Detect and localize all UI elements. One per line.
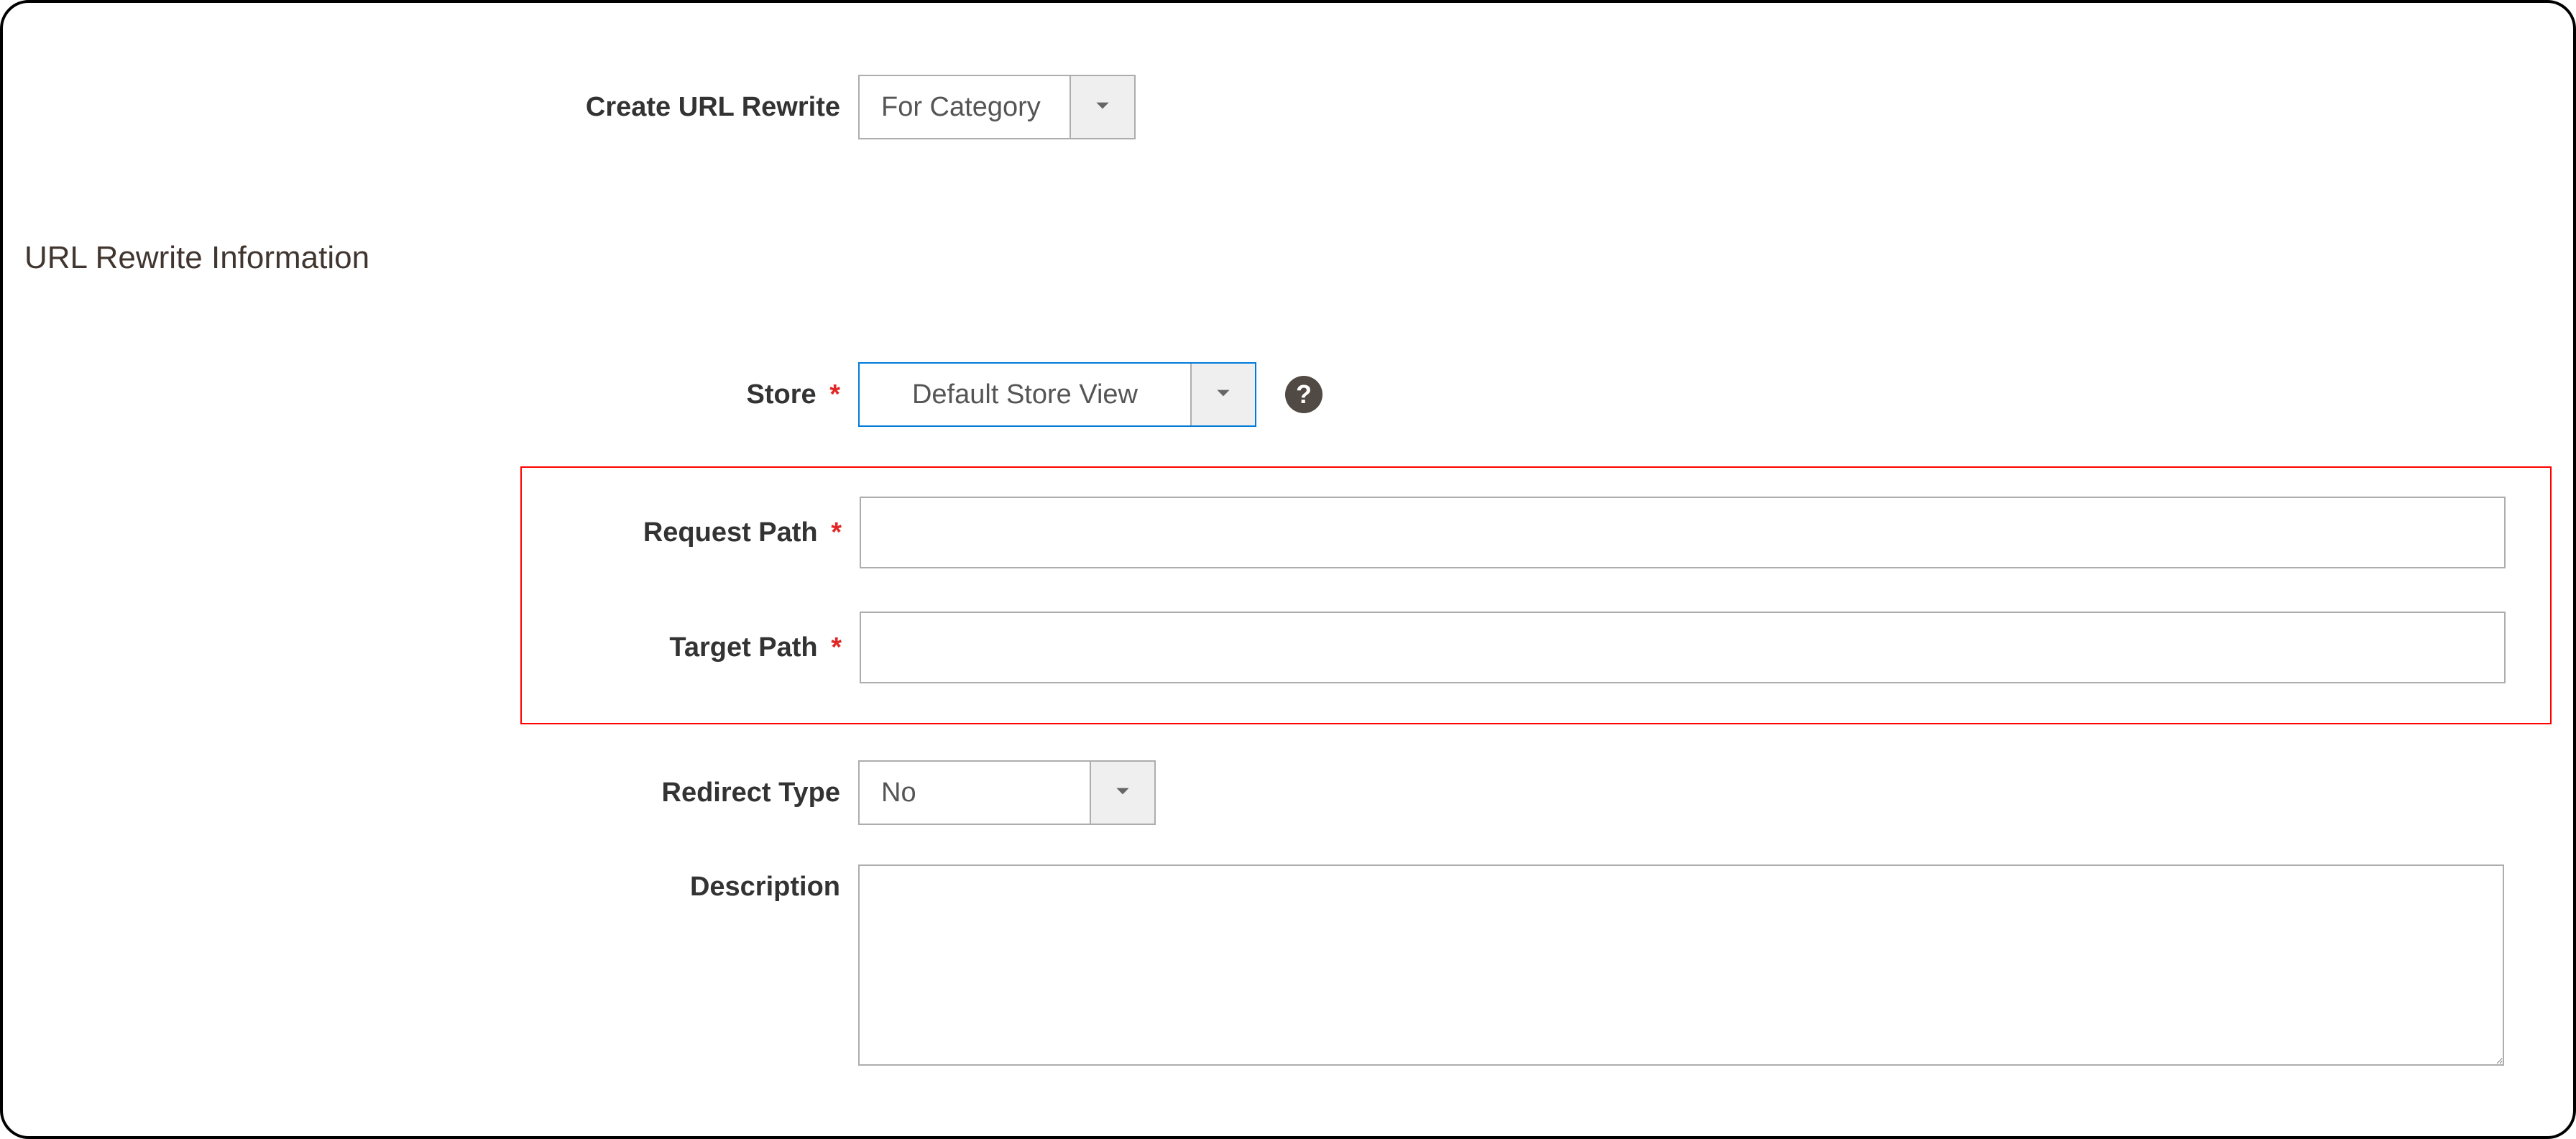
description-textarea[interactable]	[858, 864, 2504, 1066]
required-marker: *	[829, 379, 840, 410]
create-url-rewrite-value: For Category	[860, 76, 1070, 138]
redirect-type-value: No	[860, 762, 1090, 824]
required-marker: *	[831, 632, 842, 663]
description-row: Description	[24, 864, 2552, 1066]
required-marker: *	[831, 517, 842, 548]
dropdown-toggle[interactable]	[1190, 364, 1255, 425]
redirect-type-select[interactable]: No	[858, 760, 1156, 825]
target-path-label: Target Path *	[522, 632, 860, 663]
redirect-type-row: Redirect Type No	[24, 760, 2552, 825]
section-title: URL Rewrite Information	[24, 240, 2552, 276]
highlighted-paths-box: Request Path * Target Path *	[520, 466, 2552, 724]
create-url-rewrite-label: Create URL Rewrite	[24, 92, 858, 123]
help-icon[interactable]: ?	[1285, 376, 1322, 413]
chevron-down-icon	[1214, 384, 1233, 406]
dropdown-toggle[interactable]	[1070, 76, 1134, 138]
target-path-input[interactable]	[860, 612, 2506, 683]
dropdown-toggle[interactable]	[1090, 762, 1154, 824]
store-select[interactable]: Default Store View	[858, 362, 1256, 427]
request-path-row: Request Path *	[522, 497, 2529, 568]
description-label: Description	[24, 864, 858, 903]
store-value: Default Store View	[860, 364, 1190, 425]
request-path-label: Request Path *	[522, 517, 860, 548]
redirect-type-label: Redirect Type	[24, 778, 858, 808]
target-path-row: Target Path *	[522, 612, 2529, 683]
store-label: Store *	[24, 379, 858, 410]
url-rewrite-panel: Create URL Rewrite For Category URL Rewr…	[0, 0, 2576, 1139]
create-url-rewrite-select[interactable]: For Category	[858, 75, 1136, 139]
request-path-input[interactable]	[860, 497, 2506, 568]
create-url-rewrite-row: Create URL Rewrite For Category	[24, 75, 2552, 139]
chevron-down-icon	[1113, 782, 1132, 804]
chevron-down-icon	[1093, 96, 1112, 119]
store-row: Store * Default Store View ?	[24, 362, 2552, 427]
